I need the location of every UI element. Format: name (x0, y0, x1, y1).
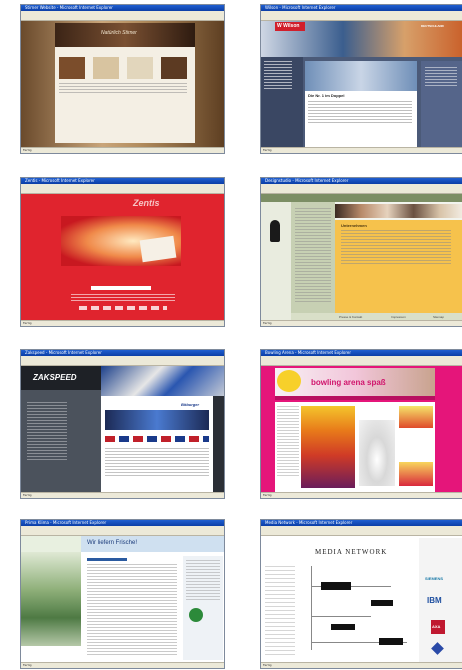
network-node[interactable] (321, 582, 351, 590)
network-node[interactable] (331, 624, 355, 630)
tree-line (311, 566, 312, 650)
screenshot-6: Bowling Arena - Microsoft Internet Explo… (260, 349, 462, 499)
section-title: Unternehmen (341, 223, 367, 228)
screenshot-7: Prima Klima - Microsoft Internet Explore… (20, 519, 225, 669)
sponsor-logo: Bitburger (181, 402, 199, 407)
screenshot-3: Zentis - Microsoft Internet Explorer Zen… (20, 177, 225, 327)
status-text: Fertig (23, 148, 32, 152)
sponsor-row (105, 436, 209, 442)
client-logo: AXA (432, 624, 441, 629)
screenshot-gallery: { "gallery": { "shots": [ { "window_titl… (0, 0, 462, 670)
header-heading: Natürlich Stirner (101, 30, 137, 36)
article-text (308, 101, 412, 125)
page-content: MEDIA NETWORK SIEMENS IBM AXA (261, 536, 462, 663)
wilson-logo: W Wilson (277, 23, 300, 29)
status-text: Fertig (263, 493, 272, 497)
footer-item[interactable]: Presse & Kontakt (339, 315, 362, 319)
footer-links[interactable] (71, 294, 175, 302)
right-edge (213, 396, 224, 493)
product-thumb (161, 57, 187, 79)
status-text: Fertig (23, 321, 32, 325)
tree-line (311, 616, 371, 617)
header-tagline: Wir liefern Frische! (87, 540, 138, 546)
left-nav-items[interactable] (27, 402, 67, 462)
client-logo: IBM (427, 596, 442, 605)
news-text (105, 448, 209, 478)
left-nav[interactable] (277, 406, 299, 476)
zakspeed-logo: ZAKSPEED (33, 373, 77, 382)
status-text: Fertig (263, 663, 272, 667)
search-field[interactable] (91, 286, 151, 290)
screenshot-4: Designstudio - Microsoft Internet Explor… (260, 177, 462, 327)
page-content: Zentis (21, 194, 224, 321)
client-logo: SIEMENS (425, 576, 444, 581)
sidebar-text (186, 560, 220, 600)
screenshot-5: Zakspeed - Microsoft Internet Explorer Z… (20, 349, 225, 499)
status-bar: Fertig (261, 662, 462, 668)
sidebar-text (425, 67, 457, 87)
product-thumb (93, 57, 119, 79)
status-bar: Fertig (261, 492, 462, 498)
article-text (87, 564, 177, 656)
status-bar: Fertig (21, 320, 224, 326)
product-thumb (59, 57, 85, 79)
race-car-photo (101, 366, 224, 396)
news-photo (305, 61, 417, 91)
page-content: bowling arena spaß (261, 366, 462, 493)
status-bar: Fertig (21, 662, 224, 668)
top-bar (261, 194, 462, 202)
screenshot-8: Media Network - Microsoft Internet Explo… (260, 519, 462, 669)
product-thumb (127, 57, 153, 79)
bowling-banner-text: bowling arena spaß (311, 378, 386, 387)
footer-item[interactable]: Sitemap (433, 315, 444, 319)
status-bar: Fertig (21, 492, 224, 498)
party-poster (301, 406, 355, 488)
page-content: Unternehmen Presse & Kontakt Impressum S… (261, 194, 462, 321)
sidebar-badge (189, 608, 203, 622)
bowling-pin-image (359, 420, 395, 486)
banner-image (105, 410, 209, 430)
network-node[interactable] (371, 600, 393, 606)
logo-area (21, 536, 81, 552)
status-text: Fertig (263, 148, 272, 152)
article-headline: Die Nr. 1 im Doppel (308, 93, 345, 98)
page-content: ZAKSPEED Bitburger (21, 366, 224, 493)
hero-photo (21, 552, 81, 646)
status-bar: Fertig (21, 147, 224, 153)
status-bar: Fertig (261, 320, 462, 326)
body-text (59, 83, 187, 93)
content-text (341, 230, 451, 264)
page-content: Wir liefern Frische! (21, 536, 224, 663)
status-text: Fertig (23, 663, 32, 667)
footer-item[interactable]: Impressum (391, 315, 406, 319)
status-text: Fertig (23, 493, 32, 497)
country-label: DEUTSCHLAND (421, 24, 444, 28)
product-card (139, 235, 177, 263)
nav-bar[interactable] (275, 396, 435, 400)
image-strip (335, 204, 462, 218)
page-content: Natürlich Stirner (21, 21, 224, 148)
screenshot-2: Wilson - Microsoft Internet Explorer W W… (260, 4, 462, 154)
screenshot-1: Stirner Website - Microsoft Internet Exp… (20, 4, 225, 154)
article-heading-bar (87, 558, 127, 561)
media-network-logo: MEDIA NETWORK (315, 548, 388, 556)
status-text: Fertig (263, 321, 272, 325)
figure-silhouette (270, 220, 280, 242)
promo-image (399, 406, 433, 428)
side-image (399, 462, 433, 486)
status-bar: Fertig (261, 147, 462, 153)
bowling-logo (277, 370, 301, 392)
page-content: W Wilson DEUTSCHLAND Die Nr. 1 im Doppel (261, 21, 462, 148)
partner-logos (79, 306, 167, 310)
brand-logo: Zentis (133, 198, 160, 208)
network-node[interactable] (379, 638, 403, 645)
nav-items[interactable] (295, 208, 331, 304)
left-nav (265, 566, 295, 656)
left-nav-items (264, 61, 292, 91)
